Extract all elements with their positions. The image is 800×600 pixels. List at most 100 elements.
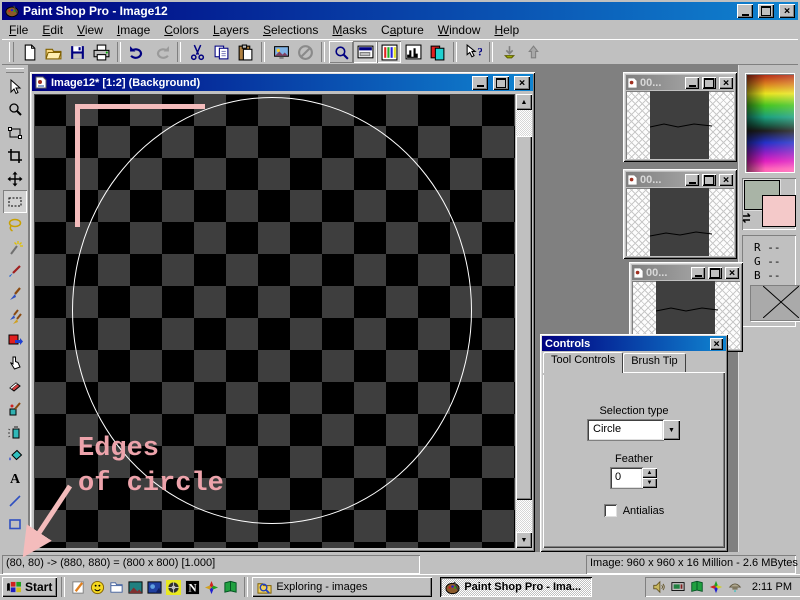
tray-star-icon[interactable] [708, 579, 725, 595]
print-button[interactable] [89, 41, 113, 63]
quicklaunch-notepad-icon[interactable] [69, 578, 88, 596]
quicklaunch-netscape-icon[interactable]: N [183, 578, 202, 596]
tray-book-icon[interactable] [689, 579, 706, 595]
tool-palette-grip[interactable] [6, 68, 24, 73]
maximize-button[interactable] [702, 77, 716, 89]
controls-titlebar[interactable]: Controls × [542, 336, 726, 351]
image-window-titlebar[interactable]: Image12* [1:2] (Background) × [32, 74, 533, 91]
maximize-button[interactable] [758, 4, 774, 18]
text-tool[interactable]: A [3, 466, 27, 489]
spin-up-icon[interactable]: ▲ [642, 468, 657, 478]
quicklaunch-smiley-icon[interactable] [88, 578, 107, 596]
close-button[interactable]: × [514, 76, 530, 90]
full-screen-preview-button[interactable] [269, 41, 293, 63]
clone-brush-tool[interactable] [3, 305, 27, 328]
quicklaunch-star-icon[interactable] [202, 578, 221, 596]
minimize-button[interactable] [737, 4, 753, 18]
undo-button[interactable] [125, 41, 149, 63]
menu-capture[interactable]: Capture [374, 21, 431, 39]
eraser-tool[interactable] [3, 374, 27, 397]
dropper-tool[interactable] [3, 259, 27, 282]
maximize-button[interactable] [708, 267, 722, 279]
zoom-preset-button[interactable] [329, 41, 353, 63]
tab-brush-tip[interactable]: Brush Tip [623, 353, 685, 373]
menu-colors[interactable]: Colors [157, 21, 206, 39]
quicklaunch-folder-icon[interactable] [107, 578, 126, 596]
color-replacer-tool[interactable] [3, 328, 27, 351]
save-button[interactable] [65, 41, 89, 63]
close-button[interactable]: × [719, 77, 733, 89]
thumbnail-2-canvas[interactable] [626, 188, 734, 256]
normal-viewing-button[interactable] [353, 41, 377, 63]
new-button[interactable] [17, 41, 41, 63]
controls-palette[interactable]: Controls × Tool Controls Brush Tip Selec… [540, 334, 728, 552]
retouch-tool[interactable] [3, 351, 27, 374]
arrange-up-button[interactable] [521, 41, 545, 63]
thumbnail-2-titlebar[interactable]: 00... × [626, 172, 734, 187]
thumbnail-3-titlebar[interactable]: 00... × [632, 265, 740, 280]
swap-colors-icon[interactable] [742, 212, 754, 224]
menu-image[interactable]: Image [110, 21, 157, 39]
menu-selections[interactable]: Selections [256, 21, 325, 39]
menu-window[interactable]: Window [431, 21, 488, 39]
redo-button[interactable] [149, 41, 173, 63]
scroll-down-button[interactable]: ▼ [516, 532, 532, 548]
psp-tube-tray-icon[interactable] [727, 579, 744, 595]
volume-icon[interactable] [651, 579, 668, 595]
close-button[interactable]: × [719, 174, 733, 186]
scroll-up-button[interactable]: ▲ [516, 94, 532, 110]
mover-tool[interactable] [3, 167, 27, 190]
maximize-button[interactable] [493, 76, 509, 90]
minimize-button[interactable] [685, 174, 699, 186]
quicklaunch-image-viewer-icon[interactable] [126, 578, 145, 596]
color-gradient-picker[interactable] [746, 74, 794, 172]
quicklaunch-wheel-icon[interactable] [164, 578, 183, 596]
menu-file[interactable]: File [2, 21, 35, 39]
airbrush-tool[interactable] [3, 420, 27, 443]
picture-tube-tool[interactable] [3, 397, 27, 420]
freehand-tool[interactable] [3, 213, 27, 236]
flood-fill-tool[interactable] [3, 443, 27, 466]
menu-view[interactable]: View [70, 21, 110, 39]
shape-tool[interactable] [3, 512, 27, 535]
background-color-swatch[interactable] [762, 195, 796, 227]
antialias-checkbox[interactable] [604, 504, 617, 517]
thumbnail-1-titlebar[interactable]: 00... × [626, 75, 734, 90]
dropdown-arrow-icon[interactable]: ▼ [663, 420, 680, 440]
quicklaunch-photo-app-icon[interactable] [145, 578, 164, 596]
zoom-tool[interactable] [3, 98, 27, 121]
histogram-button[interactable] [401, 41, 425, 63]
color-bars-button[interactable] [377, 41, 401, 63]
start-button[interactable]: Start [2, 577, 57, 597]
copy-button[interactable] [209, 41, 233, 63]
vertical-scrollbar[interactable]: ▲ ▼ [516, 94, 532, 548]
thumbnail-window-1[interactable]: 00... × [623, 72, 737, 162]
magic-wand-tool[interactable] [3, 236, 27, 259]
thumbnail-1-canvas[interactable] [626, 91, 734, 159]
minimize-button[interactable] [472, 76, 488, 90]
arrange-down-button[interactable] [497, 41, 521, 63]
thumbnail-window-2[interactable]: 00... × [623, 169, 737, 259]
menu-edit[interactable]: Edit [35, 21, 70, 39]
close-button[interactable]: × [779, 4, 795, 18]
quicklaunch-book-icon[interactable] [221, 578, 240, 596]
open-button[interactable] [41, 41, 65, 63]
task-exploring-images[interactable]: Exploring - images [252, 577, 432, 597]
paintbrush-tool[interactable] [3, 282, 27, 305]
close-button[interactable]: × [710, 338, 723, 350]
selection-type-dropdown[interactable]: Circle ▼ [588, 420, 680, 440]
minimize-button[interactable] [685, 77, 699, 89]
maximize-button[interactable] [702, 174, 716, 186]
menu-layers[interactable]: Layers [206, 21, 256, 39]
spin-down-icon[interactable]: ▼ [642, 478, 657, 488]
minimize-button[interactable] [691, 267, 705, 279]
paste-button[interactable] [233, 41, 257, 63]
taskbar-clock[interactable]: 2:11 PM [746, 581, 796, 593]
menu-help[interactable]: Help [487, 21, 526, 39]
feather-spinner[interactable]: 0 ▲▼ [611, 468, 657, 488]
image-window[interactable]: Image12* [1:2] (Background) × Edgesof ci… [30, 72, 535, 552]
arrow-tool[interactable] [3, 75, 27, 98]
toolbar-grip[interactable] [9, 42, 14, 62]
no-preview-button[interactable] [293, 41, 317, 63]
context-help-button[interactable]: ? [461, 41, 485, 63]
